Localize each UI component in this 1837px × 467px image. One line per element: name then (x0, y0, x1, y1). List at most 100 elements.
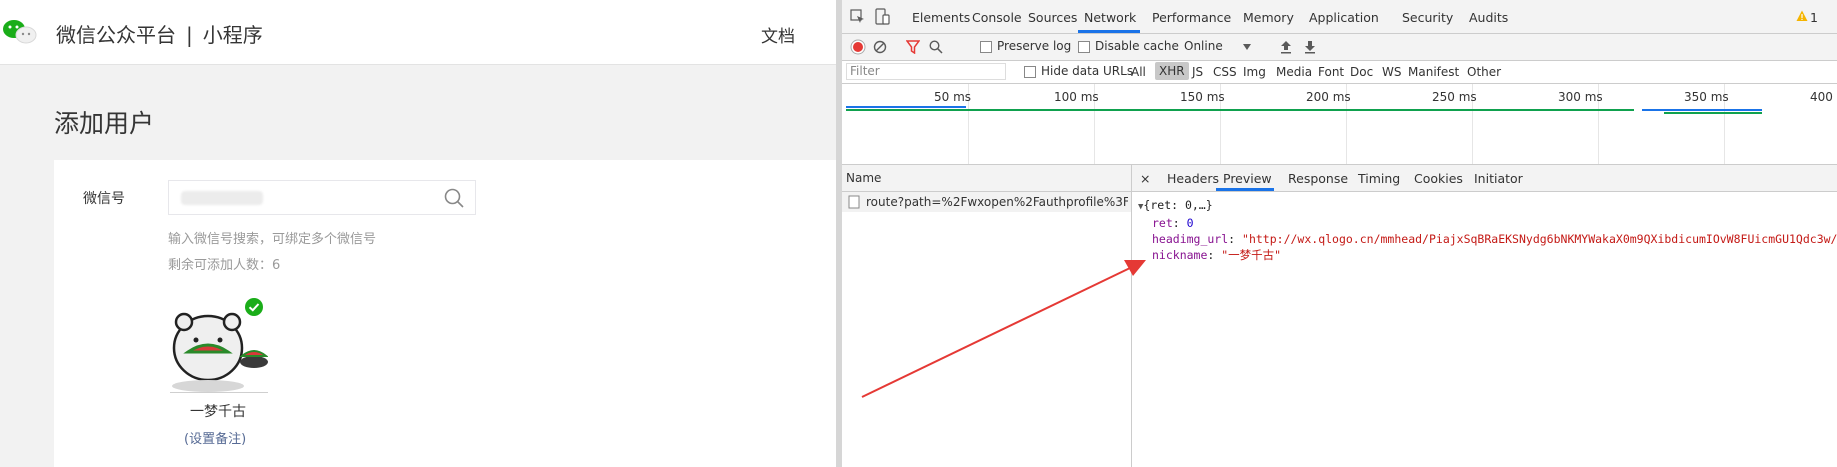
device-toolbar-icon[interactable] (874, 8, 890, 26)
filter-type-css[interactable]: CSS (1213, 65, 1237, 79)
timeline-bar (846, 106, 966, 108)
devtools-tab-bar: Elements Console Sources Network Perform… (842, 0, 1837, 34)
json-preview: ▼{ret: 0,…} ret: 0 headimg_url: "http://… (1138, 197, 1837, 263)
timeline-bar (846, 109, 1634, 111)
json-value: "http://wx.qlogo.cn/mmhead/PiajxSqBRaEKS… (1242, 232, 1837, 246)
record-icon[interactable] (850, 39, 866, 55)
tab-response[interactable]: Response (1288, 171, 1348, 186)
json-row-ret: ret: 0 (1152, 216, 1194, 230)
filter-type-manifest[interactable]: Manifest (1408, 65, 1459, 79)
request-list-header: Name (842, 165, 1131, 192)
top-bar: 微信公众平台 | 小程序 文档 (0, 0, 836, 65)
filter-type-ws[interactable]: WS (1382, 65, 1401, 79)
search-icon[interactable] (443, 187, 465, 209)
checkbox-icon (980, 40, 992, 53)
disable-cache-label: Disable cache (1095, 39, 1179, 53)
document-icon (848, 195, 860, 209)
json-key: nickname (1152, 248, 1208, 262)
brand-sub: 小程序 (202, 23, 263, 47)
request-detail: × Headers Preview Response Timing Cookie… (1132, 165, 1837, 467)
timeline-tick-label: 400 ms (1810, 90, 1837, 104)
tab-headers[interactable]: Headers (1167, 171, 1219, 186)
timeline-tick-label: 200 ms (1306, 90, 1351, 104)
tab-application[interactable]: Application (1309, 10, 1379, 25)
inspect-element-icon[interactable] (850, 9, 866, 25)
wechat-id-search-input[interactable] (168, 180, 476, 215)
tab-timing[interactable]: Timing (1358, 171, 1400, 186)
timeline-bar (1664, 112, 1762, 114)
checkbox-icon (1078, 40, 1090, 53)
filter-type-media[interactable]: Media (1276, 65, 1312, 79)
filter-input[interactable]: Filter (846, 63, 1006, 80)
timeline-tick-label: 100 ms (1054, 90, 1099, 104)
filter-type-doc[interactable]: Doc (1350, 65, 1373, 79)
tab-sources[interactable]: Sources (1028, 10, 1077, 25)
filter-type-font[interactable]: Font (1318, 65, 1344, 79)
active-tab-indicator (1078, 30, 1140, 33)
blurred-input-value (181, 191, 263, 205)
request-list: Name route?path=%2Fwxopen%2Fauthprofile%… (842, 165, 1132, 467)
wechat-mp-page: 微信公众平台 | 小程序 文档 添加用户 微信号 输入微信号搜索，可绑定多个微信号 … (0, 0, 836, 467)
timeline-tick-label: 150 ms (1180, 90, 1225, 104)
user-nickname: 一梦千古 (190, 404, 246, 420)
warning-icon[interactable] (1796, 10, 1808, 22)
filter-icon[interactable] (906, 40, 920, 54)
json-value: 0 (1186, 216, 1194, 230)
tab-cookies[interactable]: Cookies (1414, 171, 1463, 186)
json-root[interactable]: ▼{ret: 0,…} (1138, 197, 1837, 215)
json-row-headimg: headimg_url: "http://wx.qlogo.cn/mmhead/… (1138, 231, 1837, 247)
tab-memory[interactable]: Memory (1243, 10, 1294, 25)
hide-data-urls-label: Hide data URLs (1041, 64, 1134, 78)
column-name-header[interactable]: Name (846, 171, 881, 185)
tab-elements[interactable]: Elements (912, 10, 970, 25)
chevron-down-icon[interactable] (1242, 42, 1252, 52)
search-icon[interactable] (929, 40, 943, 54)
checkbox-icon (1024, 65, 1036, 78)
filter-type-other[interactable]: Other (1467, 65, 1501, 79)
disable-cache-checkbox[interactable]: Disable cache (1078, 39, 1179, 53)
timeline-tick-label: 350 ms (1684, 90, 1729, 104)
network-toolbar: Preserve log Disable cache Online (842, 34, 1837, 61)
filter-type-js[interactable]: JS (1192, 65, 1203, 79)
tab-security[interactable]: Security (1402, 10, 1453, 25)
request-name: route?path=%2Fwxopen%2Fauthprofile%3Fact… (866, 195, 1128, 209)
remaining-count: 剩余可添加人数：6 (168, 258, 281, 273)
checked-icon (245, 298, 263, 316)
import-har-icon[interactable] (1279, 40, 1293, 54)
filter-type-img[interactable]: Img (1243, 65, 1266, 79)
warning-count[interactable]: 1 (1810, 10, 1818, 25)
brand-name: 微信公众平台 (56, 23, 176, 47)
tab-performance[interactable]: Performance (1152, 10, 1231, 25)
set-remark-link[interactable]: (设置备注) (184, 428, 246, 447)
json-key: headimg_url (1152, 232, 1229, 246)
timeline-tick-label: 250 ms (1432, 90, 1477, 104)
wechat-id-label: 微信号 (83, 191, 125, 207)
network-panel: Name route?path=%2Fwxopen%2Fauthprofile%… (842, 165, 1837, 467)
close-icon[interactable]: × (1140, 171, 1150, 186)
network-timeline[interactable]: 50 ms 100 ms 150 ms 200 ms 250 ms 300 ms… (842, 84, 1837, 165)
page-title: 添加用户 (54, 109, 155, 138)
preserve-log-label: Preserve log (997, 39, 1072, 53)
export-har-icon[interactable] (1303, 40, 1317, 54)
tab-network[interactable]: Network (1084, 10, 1136, 25)
avatar-divider (170, 392, 268, 393)
doc-link[interactable]: 文档 (761, 22, 795, 47)
search-hint: 输入微信号搜索，可绑定多个微信号 (168, 232, 377, 247)
tab-initiator[interactable]: Initiator (1474, 171, 1523, 186)
timeline-tick-label: 50 ms (934, 90, 972, 104)
brand-title[interactable]: 微信公众平台 | 小程序 (56, 19, 263, 48)
tab-preview[interactable]: Preview (1223, 171, 1272, 186)
timeline-bar (1642, 109, 1762, 111)
throttle-select[interactable]: Online (1184, 39, 1223, 53)
tab-console[interactable]: Console (972, 10, 1022, 25)
filter-type-xhr[interactable]: XHR (1155, 62, 1189, 80)
clear-icon[interactable] (873, 40, 887, 54)
hide-data-urls-checkbox[interactable]: Hide data URLs (1024, 64, 1133, 78)
request-row[interactable]: route?path=%2Fwxopen%2Fauthprofile%3Fact… (842, 192, 1131, 212)
preserve-log-checkbox[interactable]: Preserve log (980, 39, 1071, 53)
tab-audits[interactable]: Audits (1469, 10, 1508, 25)
filter-type-all[interactable]: All (1131, 65, 1146, 79)
json-key: ret (1152, 216, 1173, 230)
json-summary: {ret: 0,…} (1143, 198, 1213, 212)
devtools-panel: Elements Console Sources Network Perform… (842, 0, 1837, 467)
